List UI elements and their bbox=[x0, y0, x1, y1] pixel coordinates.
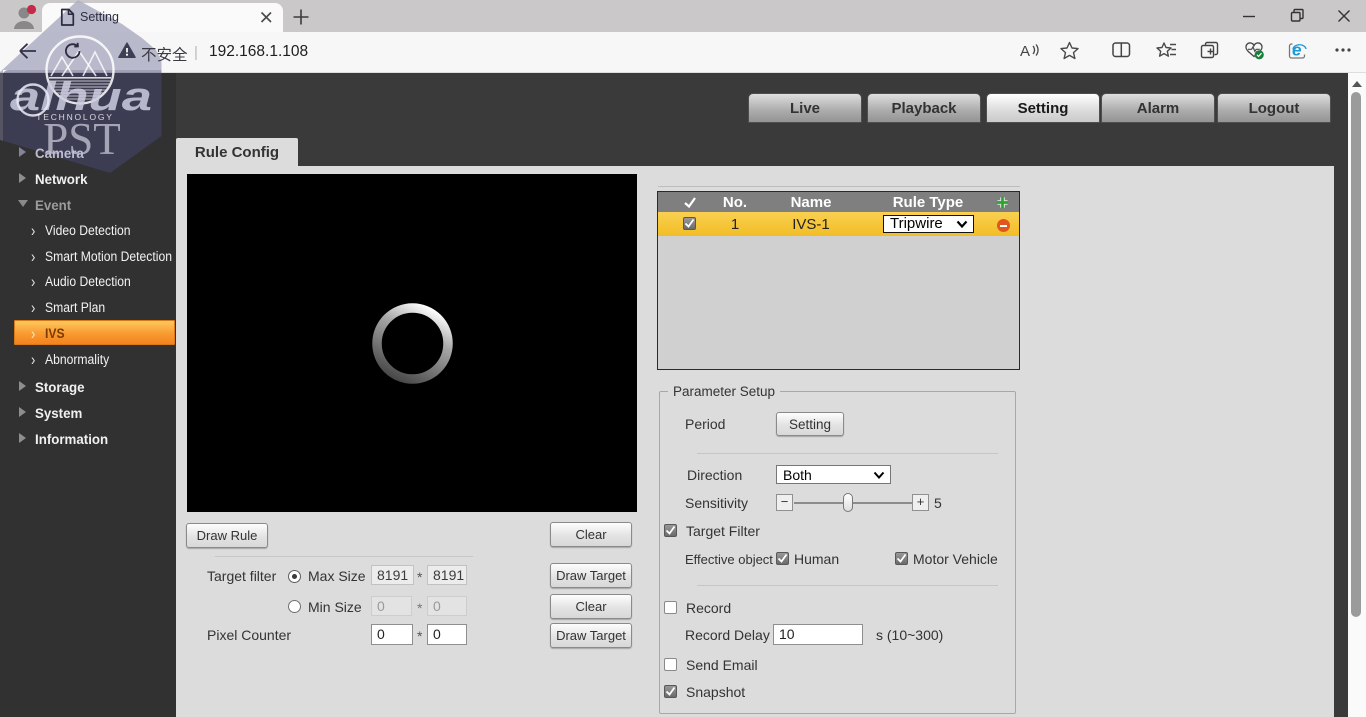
svg-text:A: A bbox=[1020, 43, 1030, 60]
svg-text:e: e bbox=[1292, 41, 1301, 60]
